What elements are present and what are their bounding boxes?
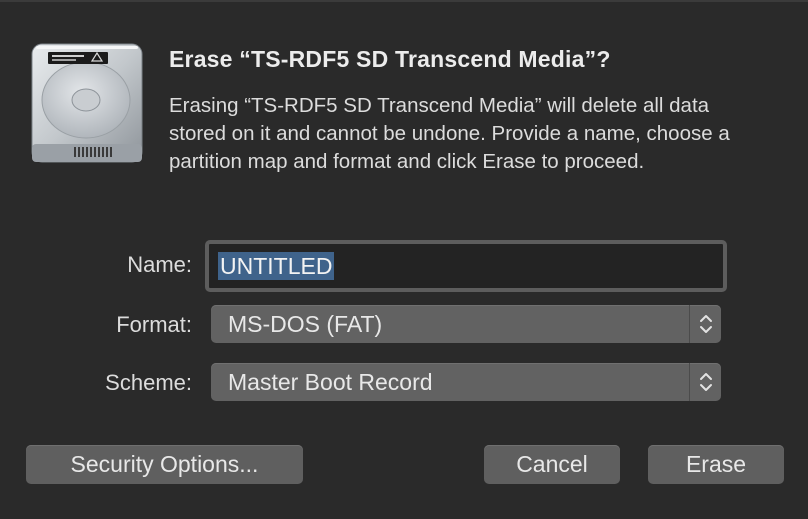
scheme-select-value: Master Boot Record	[228, 369, 433, 395]
name-label: Name:	[127, 252, 192, 277]
scheme-label: Scheme:	[105, 370, 192, 395]
erase-dialog: Erase “TS-RDF5 SD Transcend Media”? Eras…	[0, 0, 808, 519]
format-label: Format:	[116, 312, 192, 337]
window-top-border	[0, 0, 808, 2]
cancel-button[interactable]: Cancel	[484, 445, 620, 484]
name-input[interactable]: UNTITLED	[205, 240, 727, 292]
format-select[interactable]: MS-DOS (FAT)	[211, 305, 721, 343]
dialog-title: Erase “TS-RDF5 SD Transcend Media”?	[169, 46, 611, 72]
dialog-message: Erasing “TS-RDF5 SD Transcend Media” wil…	[169, 94, 730, 173]
security-options-button[interactable]: Security Options...	[26, 445, 303, 484]
external-drive-icon	[31, 43, 143, 163]
erase-button[interactable]: Erase	[648, 445, 784, 484]
format-select-value: MS-DOS (FAT)	[228, 311, 383, 337]
chevron-up-down-icon	[689, 305, 721, 343]
name-input-value[interactable]: UNTITLED	[218, 252, 335, 280]
chevron-up-down-icon	[689, 363, 721, 401]
scheme-select[interactable]: Master Boot Record	[211, 363, 721, 401]
